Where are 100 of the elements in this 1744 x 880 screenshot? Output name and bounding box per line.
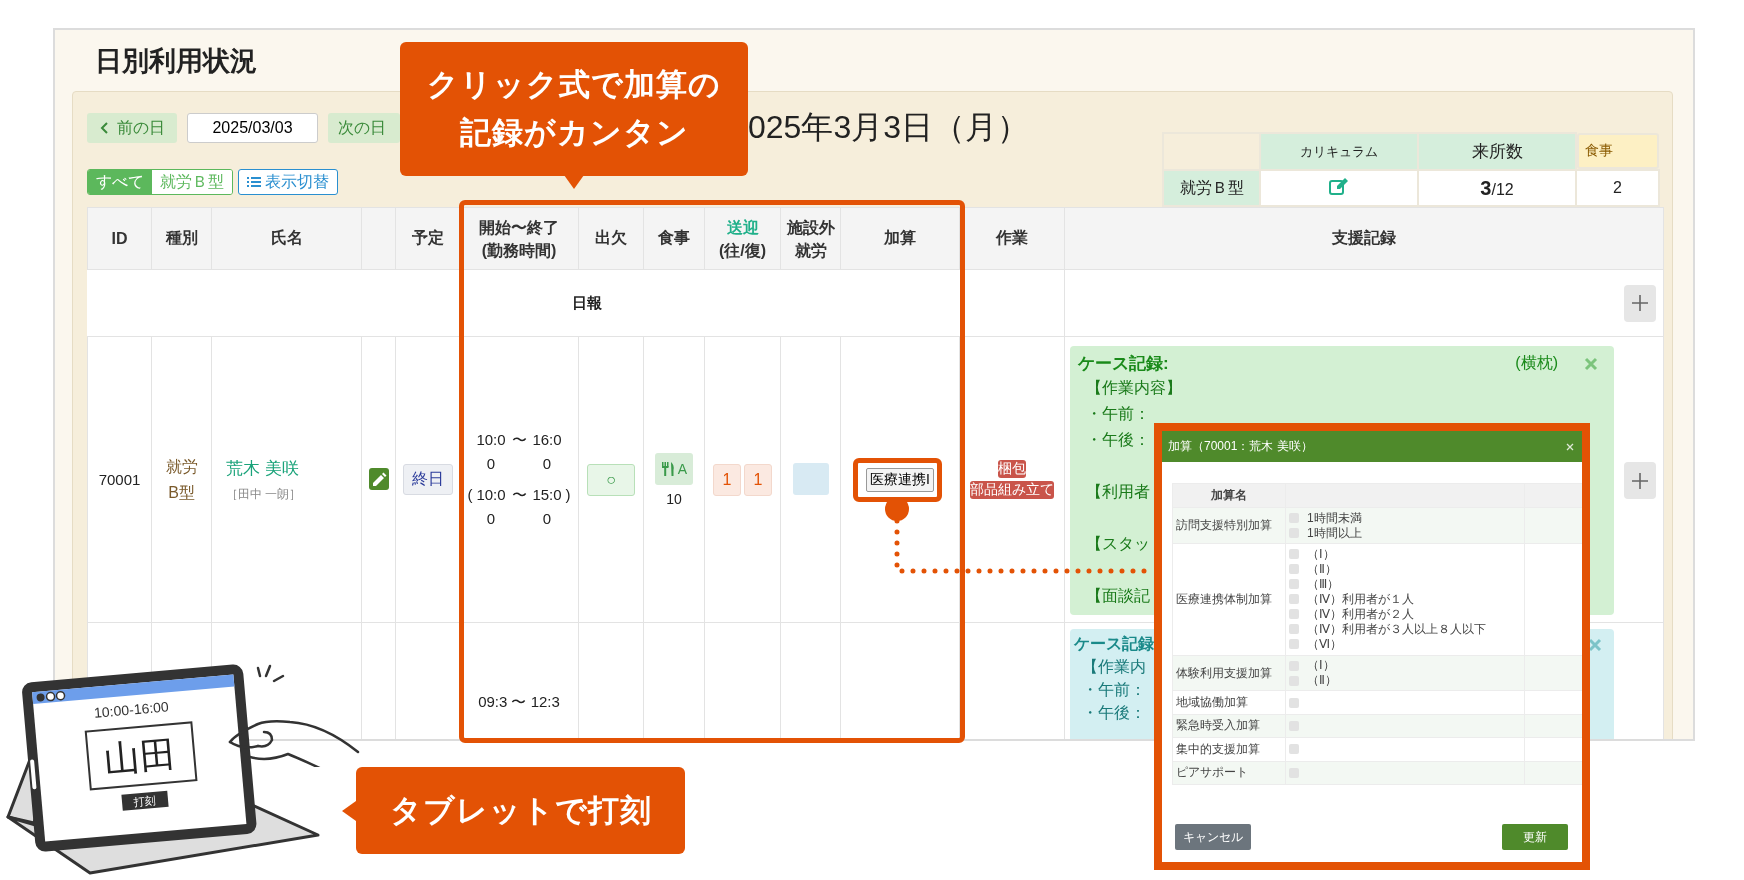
column-header: 施設外 <box>785 217 836 238</box>
option-label: （Ⅰ） <box>1307 657 1335 675</box>
callout-text: クリック式で加算の <box>427 66 721 104</box>
attendance-button[interactable]: ○ <box>587 463 635 496</box>
option-label: （Ⅳ）利用者が１人 <box>1307 590 1415 608</box>
option-label: （Ⅰ） <box>1307 545 1335 563</box>
option-label: 1時間以上 <box>1307 524 1362 542</box>
checkbox[interactable] <box>1289 697 1299 708</box>
column-header: 出欠 <box>578 207 644 270</box>
option-label: （Ⅵ） <box>1307 635 1343 653</box>
checkbox[interactable] <box>1289 579 1299 590</box>
time-bracket: ) <box>565 485 571 505</box>
edit-button[interactable] <box>368 467 389 490</box>
record-line: ・午前： <box>1085 404 1150 424</box>
edit-icon[interactable] <box>1329 177 1349 195</box>
addition-button[interactable]: 医療連携I <box>866 467 934 492</box>
record-author: (横枕) <box>1515 353 1558 373</box>
date-field[interactable]: 2025/03/03 <box>187 113 318 143</box>
record-line: ・午前： <box>1081 680 1146 700</box>
addition-name: 地域協働加算 <box>1172 690 1286 715</box>
meal-count: 2 <box>1576 170 1659 206</box>
time-value: 10:00 <box>475 430 507 474</box>
record-line: 【利用者 <box>1085 482 1150 502</box>
filter-tab[interactable]: すべて <box>88 170 152 194</box>
tablet-name: 山田 <box>102 731 179 783</box>
option-label: （Ⅱ） <box>1307 560 1337 578</box>
time-value: 09:3 〜 12:3 <box>477 693 561 712</box>
option-label: （Ⅲ） <box>1307 575 1340 593</box>
previous-day-button[interactable]: 前の日 <box>87 113 177 143</box>
column-header: 開始〜終了 <box>478 217 560 238</box>
chevron-left-icon <box>99 121 109 135</box>
column-header: 送迎 <box>725 217 760 238</box>
checkbox[interactable] <box>1289 744 1299 755</box>
transport-button[interactable]: 1 <box>744 463 772 496</box>
close-icon[interactable] <box>1584 356 1598 371</box>
option-label: （Ⅳ）利用者が３人以上８人以下 <box>1307 620 1487 638</box>
cancel-button[interactable]: キャンセル <box>1175 824 1251 850</box>
add-button[interactable] <box>1624 284 1656 322</box>
addition-name: 緊急時受入加算 <box>1172 714 1286 738</box>
column-header: (往/復) <box>717 240 768 261</box>
time-separator: 〜 <box>511 485 527 505</box>
option-label: （Ⅳ）利用者が２人 <box>1307 605 1415 623</box>
record-line: 【作業内 <box>1081 657 1146 677</box>
filter-tab[interactable]: 就労Ｂ型 <box>152 170 232 194</box>
task-tag: 部品組み立て <box>970 481 1054 499</box>
plus-icon <box>1632 472 1648 489</box>
column-header: 種別 <box>151 207 212 270</box>
view-toggle-button[interactable]: 表示切替 <box>238 169 338 195</box>
update-button[interactable]: 更新 <box>1502 824 1568 850</box>
date-heading: 025年3月3日（月） <box>748 108 1029 147</box>
checkbox[interactable] <box>1289 639 1299 650</box>
record-title: ケース記録: <box>1078 353 1169 375</box>
checkbox[interactable] <box>1289 564 1299 575</box>
record-line: ・午後： <box>1081 703 1146 723</box>
stamp-button[interactable]: 打刻 <box>121 790 169 811</box>
callout-text: タブレットで打刻 <box>389 791 652 830</box>
checkbox[interactable] <box>1289 594 1299 605</box>
option-label: 1時間未満 <box>1307 509 1362 527</box>
schedule-badge[interactable]: 終日 <box>402 464 453 495</box>
checkbox[interactable] <box>1289 624 1299 635</box>
column-header: 就労 <box>793 240 828 261</box>
column-header: 加算 <box>840 207 960 270</box>
daily-report-label: 日報 <box>459 269 705 337</box>
time-value: 15:00 <box>531 485 563 529</box>
addition-name: 集中的支援加算 <box>1172 737 1286 761</box>
callout-text: 記録がカンタン <box>459 114 689 152</box>
time-value: 10:00 <box>475 485 507 529</box>
time-value: 16:00 <box>531 430 563 474</box>
add-button[interactable] <box>1624 462 1656 499</box>
close-icon[interactable] <box>1588 637 1602 652</box>
plus-icon <box>1632 295 1648 311</box>
column-header: 食事 <box>643 207 705 270</box>
type-cell: 就労B型 <box>151 336 212 623</box>
addition-name: 訪問支援特別加算 <box>1172 507 1286 544</box>
meal-count: 10 <box>665 490 683 507</box>
column-header: 氏名 <box>211 207 362 270</box>
record-line: 【作業内容】 <box>1085 378 1182 398</box>
dialog-title: 加算（70001：荒木 美咲） <box>1168 438 1313 455</box>
column-header: 支援記録 <box>1064 207 1664 270</box>
addition-name: 体験利用支援加算 <box>1172 655 1286 691</box>
id-cell: 70001 <box>87 336 152 623</box>
addition-name: 医療連携体制加算 <box>1172 543 1286 656</box>
transport-button[interactable]: 1 <box>713 463 741 496</box>
column-header: 予定 <box>395 207 460 270</box>
checkbox[interactable] <box>1289 609 1299 620</box>
user-name-link[interactable]: 荒木 美咲 <box>226 456 360 480</box>
next-day-button[interactable]: 次の日 <box>328 113 400 143</box>
column-header: ID <box>87 207 152 270</box>
visit-count: 3/12 <box>1418 170 1576 206</box>
cutlery-icon <box>660 461 675 476</box>
checkbox[interactable] <box>1289 549 1299 560</box>
time-bracket: ( <box>467 485 473 505</box>
column-header: カリキュラム <box>1260 133 1418 170</box>
staff-name: ［田中 一朗］ <box>226 485 303 503</box>
column-header: 加算名 <box>1172 483 1286 508</box>
meal-button[interactable]: A <box>654 452 694 485</box>
record-line: 【面談記 <box>1085 586 1150 606</box>
record-line: ・午後： <box>1085 430 1150 450</box>
row-label: 就労Ｂ型 <box>1163 170 1260 206</box>
offsite-work-button[interactable] <box>792 462 829 495</box>
